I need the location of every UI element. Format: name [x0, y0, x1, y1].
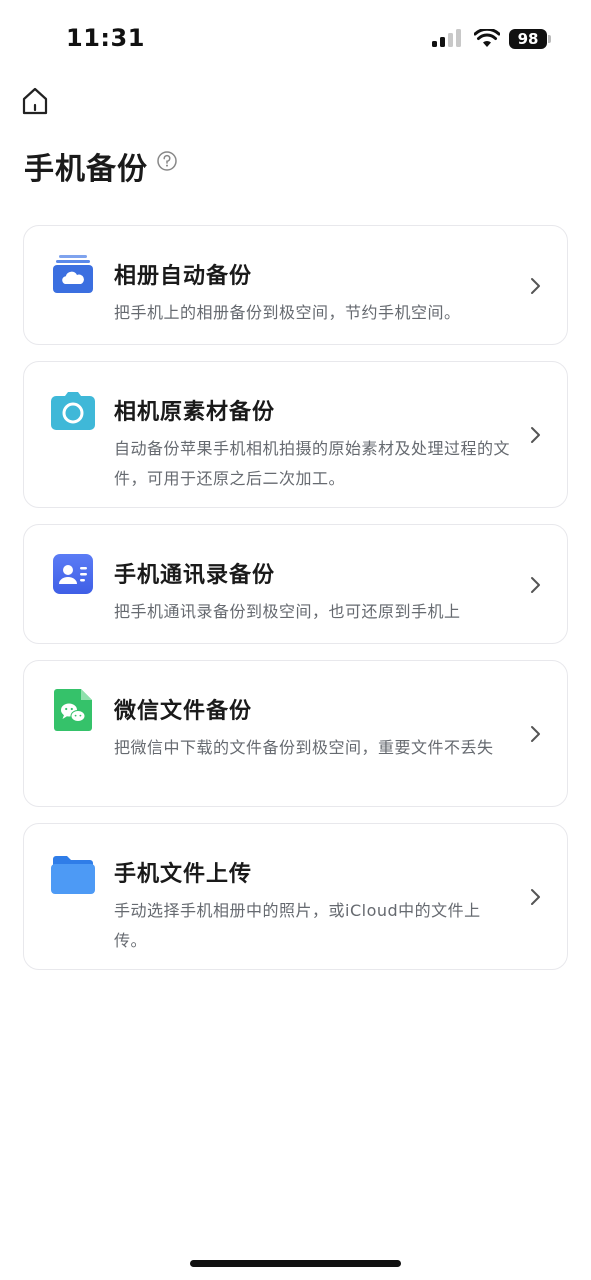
- card-description: 手动选择手机相册中的照片，或iCloud中的文件上传。: [114, 901, 481, 950]
- photo-album-cloud-icon: [50, 251, 96, 297]
- status-time: 11:31: [66, 24, 145, 52]
- home-icon: [22, 87, 48, 115]
- cellular-signal-icon: [432, 29, 461, 47]
- wechat-backup-card[interactable]: 微信文件备份 把微信中下载的文件备份到极空间，重要文件不丢失: [23, 660, 568, 807]
- battery-indicator: 98: [509, 29, 547, 49]
- contacts-icon: [50, 551, 96, 597]
- wechat-file-icon: [50, 687, 96, 733]
- card-description: 把微信中下载的文件备份到极空间，重要文件不丢失: [114, 738, 494, 757]
- chevron-right-icon: [531, 577, 540, 593]
- card-title: 手机通讯录备份: [114, 563, 276, 588]
- chevron-right-icon: [531, 278, 540, 294]
- home-button[interactable]: [18, 84, 52, 118]
- card-description: 自动备份苹果手机相机拍摄的原始素材及处理过程的文件，可用于还原之后二次加工。: [114, 439, 511, 488]
- status-bar: 11:31 98: [0, 0, 591, 80]
- file-upload-card[interactable]: 手机文件上传 手动选择手机相册中的照片，或iCloud中的文件上传。: [23, 823, 568, 970]
- help-icon[interactable]: [156, 150, 178, 172]
- card-description: 把手机通讯录备份到极空间，也可还原到手机上: [114, 602, 461, 621]
- camera-icon: [50, 388, 96, 434]
- album-backup-card[interactable]: 相册自动备份 把手机上的相册备份到极空间，节约手机空间。: [23, 225, 568, 345]
- wifi-icon: [474, 29, 500, 47]
- battery-cap: [548, 35, 551, 43]
- home-indicator[interactable]: [190, 1260, 401, 1267]
- title-row: 手机备份: [24, 144, 178, 188]
- folder-icon: [50, 852, 96, 898]
- card-description: 把手机上的相册备份到极空间，节约手机空间。: [114, 303, 461, 322]
- camera-raw-backup-card[interactable]: 相机原素材备份 自动备份苹果手机相机拍摄的原始素材及处理过程的文件，可用于还原之…: [23, 361, 568, 508]
- card-title: 手机文件上传: [114, 862, 253, 887]
- card-title: 微信文件备份: [114, 699, 253, 724]
- page-title: 手机备份: [24, 152, 148, 187]
- card-title: 相机原素材备份: [114, 400, 276, 425]
- chevron-right-icon: [531, 726, 540, 742]
- chevron-right-icon: [531, 427, 540, 443]
- chevron-right-icon: [531, 889, 540, 905]
- contacts-backup-card[interactable]: 手机通讯录备份 把手机通讯录备份到极空间，也可还原到手机上: [23, 524, 568, 644]
- card-title: 相册自动备份: [114, 264, 253, 289]
